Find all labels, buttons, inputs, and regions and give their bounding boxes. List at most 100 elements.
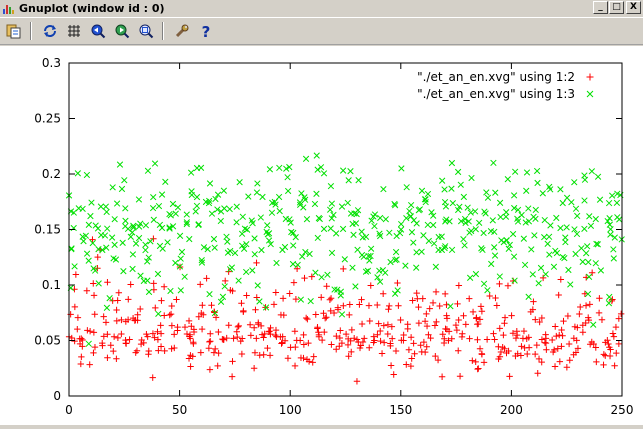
series-2-point — [420, 232, 427, 239]
series-2-point — [448, 185, 455, 192]
zoom-next-icon[interactable] — [112, 21, 132, 41]
series-1-point — [77, 360, 85, 368]
series-2-point — [238, 230, 246, 237]
series-1-point — [168, 302, 175, 310]
series-2-point — [192, 208, 199, 215]
series-1-point — [377, 337, 384, 345]
series-1-point — [243, 292, 250, 299]
series-2-point — [581, 176, 589, 183]
zoom-previous-icon[interactable] — [88, 21, 108, 41]
maximize-button[interactable]: □ — [609, 1, 624, 14]
series-2-point — [406, 207, 413, 215]
series-1-point — [210, 349, 218, 356]
series-2-point — [498, 237, 505, 244]
series-2-point — [488, 260, 495, 268]
series-1-point — [86, 361, 93, 368]
series-2-point — [219, 293, 227, 300]
grid-icon[interactable] — [64, 21, 84, 41]
series-1-point — [257, 322, 265, 330]
series-2-point — [211, 309, 219, 317]
series-1-point — [149, 374, 156, 381]
autoscale-icon[interactable] — [136, 21, 156, 41]
series-2-point — [341, 256, 348, 263]
series-1-point — [531, 350, 539, 358]
series-2-point — [314, 166, 321, 173]
series-2-point — [544, 240, 551, 247]
series-2-point — [484, 194, 492, 201]
gnuplot-app-icon — [2, 3, 16, 15]
series-2-point — [122, 217, 129, 224]
series-1-point — [403, 361, 410, 368]
series-2-point — [221, 205, 228, 212]
series-2-point — [520, 235, 527, 242]
y-tick-label: 0.3 — [42, 56, 61, 70]
help-icon[interactable]: ? — [196, 21, 216, 41]
series-1-point — [340, 302, 347, 310]
series-1-point — [126, 336, 133, 343]
series-2-point — [259, 193, 266, 201]
series-1-point — [577, 303, 584, 311]
series-1-point — [187, 363, 194, 370]
scatter-chart[interactable]: 0 50 100 150 200 250 0 0.05 0.1 0.15 0.2 0.25 0.3 "./… — [0, 46, 643, 425]
series-1-point — [408, 355, 415, 362]
series-2-point — [586, 213, 593, 220]
series-1-point — [74, 325, 81, 333]
series-2-point — [397, 220, 405, 228]
series-2-point — [553, 214, 560, 222]
plot-area[interactable]: 0 50 100 150 200 250 0 0.05 0.1 0.15 0.2 0.25 0.3 "./… — [0, 46, 643, 425]
series-1-point — [390, 371, 397, 378]
series-1-point — [250, 324, 258, 331]
series-1-point — [190, 340, 197, 347]
series-2-point — [605, 199, 613, 207]
series-2-point — [279, 246, 286, 254]
series-2-point — [174, 204, 182, 211]
series-2-point — [610, 255, 617, 262]
series-2-point — [302, 155, 310, 162]
series-1-point — [250, 365, 258, 372]
series-1-point — [455, 282, 463, 289]
series-2-point — [193, 202, 201, 210]
replot-icon[interactable] — [40, 21, 60, 41]
series-2-point — [509, 230, 517, 238]
series-1-point — [610, 333, 618, 340]
series-1-point — [443, 315, 451, 322]
series-1-point — [206, 366, 214, 373]
close-button[interactable]: X — [626, 1, 641, 14]
series-1-point — [208, 302, 215, 309]
options-wrench-icon[interactable] — [172, 21, 192, 41]
series-1-point — [613, 349, 620, 357]
title-bar[interactable]: Gnuplot (window id : 0) _ □ X — [0, 0, 643, 18]
series-2-point — [183, 211, 190, 218]
series-2-point — [466, 229, 473, 236]
series-1-point — [225, 321, 232, 329]
series-2-point — [85, 221, 92, 228]
series-2-point — [206, 290, 213, 298]
series-1-point — [453, 326, 461, 334]
minimize-button[interactable]: _ — [593, 1, 608, 14]
series-1-point — [474, 365, 481, 373]
series-2-point — [178, 248, 186, 256]
series-1-point — [290, 279, 298, 286]
series-2-point — [430, 240, 438, 247]
series-1-point — [415, 319, 423, 327]
series-1-point — [407, 362, 415, 370]
series-1-point — [472, 358, 479, 366]
series-1-point — [150, 280, 157, 287]
series-1-point — [496, 280, 503, 288]
y-tick-label: 0.05 — [34, 334, 61, 348]
series-1-point — [238, 350, 246, 358]
series-1-point — [220, 336, 228, 343]
y-tick-label: 0 — [53, 389, 61, 403]
series-1-point — [160, 283, 168, 290]
series-2-point — [181, 273, 188, 280]
series-1-point — [441, 290, 449, 298]
series-2-point — [503, 237, 510, 244]
series-1-point — [436, 302, 443, 310]
series-2-point — [407, 201, 415, 209]
series-2-point — [197, 164, 205, 171]
copy-clipboard-icon[interactable] — [4, 21, 24, 41]
series-1-point — [605, 340, 612, 348]
series-1-point — [420, 338, 428, 346]
series-1-point — [266, 352, 274, 359]
series-2-point — [258, 246, 265, 254]
